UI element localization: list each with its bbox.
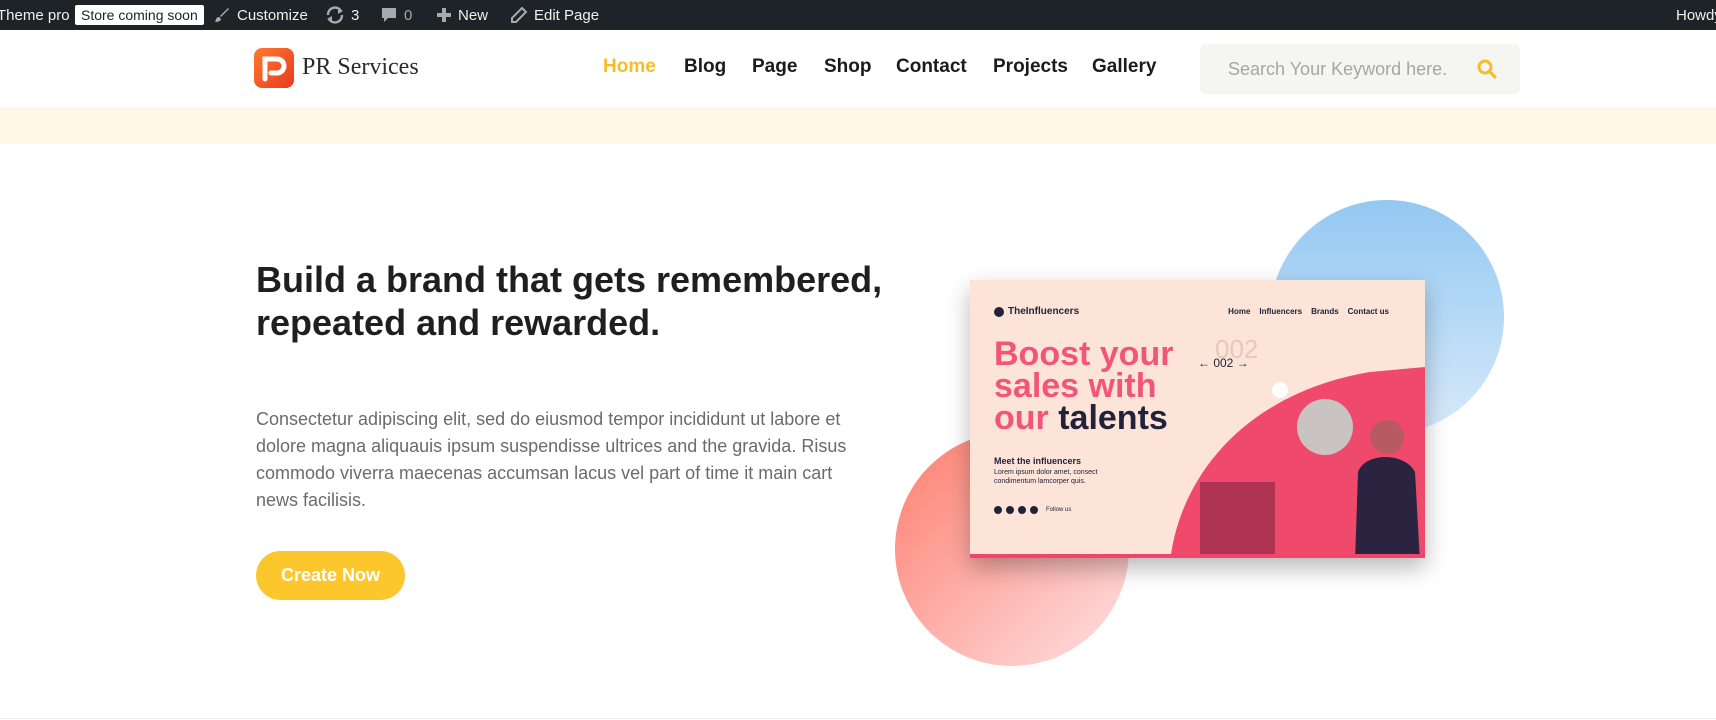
edit-page-label: Edit Page [534, 6, 600, 24]
mockup-brand: TheInfluencers [994, 306, 1079, 317]
mockup-nav-brands: Brands [1311, 307, 1339, 316]
pencil-icon [510, 6, 528, 24]
mockup-scene-illustration [1171, 367, 1425, 554]
announcement-strip [0, 107, 1716, 144]
hero-title: Build a brand that gets remembered, repe… [256, 259, 883, 343]
nav-item-shop[interactable]: Shop [824, 56, 872, 78]
site-header: PR Services Home Blog Page Shop Contact … [0, 30, 1716, 107]
mockup-headline-line2: sales with [994, 367, 1157, 405]
adminbar-comments[interactable]: 0 [380, 0, 412, 30]
mockup-headline-line1: Boost your [994, 335, 1174, 373]
mockup-nav-influencers: Influencers [1259, 307, 1303, 316]
refresh-icon [325, 6, 345, 24]
plus-icon [436, 7, 452, 23]
nav-item-contact[interactable]: Contact [896, 56, 967, 78]
site-title[interactable]: PR Services [302, 54, 419, 81]
mockup-social: Follow us [994, 506, 1071, 514]
twitter-icon [1006, 506, 1014, 514]
logo-mark-icon [262, 56, 287, 82]
facebook-icon [994, 506, 1002, 514]
mockup-headline-line3: our talents [994, 399, 1173, 437]
hero-description: Consectetur adipiscing elit, sed do eius… [256, 409, 847, 510]
instagram-icon [1018, 506, 1026, 514]
customize-label: Customize [237, 6, 308, 24]
mockup-nav: Home Influencers Brands Contact us [1228, 307, 1389, 316]
comment-icon [380, 6, 398, 24]
mockup-meet-text: Lorem ipsum dolor amet, consect condimen… [994, 469, 1098, 485]
nav-item-home[interactable]: Home [603, 56, 656, 78]
pinterest-icon [1030, 506, 1038, 514]
create-now-button[interactable]: Create Now [256, 551, 405, 600]
site-logo[interactable] [254, 48, 294, 88]
comments-count: 0 [404, 6, 413, 24]
new-label: New [458, 6, 489, 24]
adminbar-edit-page[interactable]: Edit Page [510, 0, 599, 30]
updates-count: 3 [351, 6, 360, 24]
mockup-nav-home: Home [1228, 307, 1251, 316]
mockup-nav-contact: Contact us [1347, 307, 1389, 316]
paintbrush-icon [213, 6, 231, 24]
mockup-headline-line3-a: our [994, 399, 1059, 437]
mockup-brand-label: TheInfluencers [1008, 306, 1080, 317]
mockup-social-label: Follow us [1046, 507, 1072, 513]
adminbar-new[interactable]: New [436, 0, 488, 30]
adminbar-site-name[interactable]: Theme pro [0, 0, 70, 30]
mockup-headline-talents: talents [1058, 399, 1168, 437]
search-icon[interactable] [1476, 58, 1498, 85]
adminbar-customize[interactable]: Customize [213, 0, 308, 30]
nav-item-blog[interactable]: Blog [684, 56, 726, 78]
mockup-headline: Boost your sales with our talents [994, 335, 1174, 437]
search-input[interactable] [1200, 44, 1470, 94]
mockup-counter: ← 002 → [1198, 356, 1249, 370]
admin-bar: Theme pro Store coming soon Customize 3 … [0, 0, 1716, 30]
adminbar-account[interactable]: Howdy [1676, 0, 1716, 30]
store-status-label: Store coming soon [75, 5, 204, 25]
mockup-logo-icon [994, 306, 1004, 317]
howdy-label: Howdy [1676, 6, 1716, 24]
mockup-meet-title: Meet the influencers [994, 456, 1082, 466]
section-divider [0, 718, 1716, 719]
nav-item-gallery[interactable]: Gallery [1092, 56, 1156, 78]
adminbar-site-label: Theme pro [0, 6, 70, 24]
hero-mockup-image: TheInfluencers Home Influencers Brands C… [970, 280, 1425, 558]
nav-item-projects[interactable]: Projects [993, 56, 1068, 78]
store-status-badge[interactable]: Store coming soon [75, 0, 204, 30]
adminbar-updates[interactable]: 3 [325, 0, 359, 30]
nav-item-page[interactable]: Page [752, 56, 797, 78]
search-box [1200, 44, 1520, 94]
